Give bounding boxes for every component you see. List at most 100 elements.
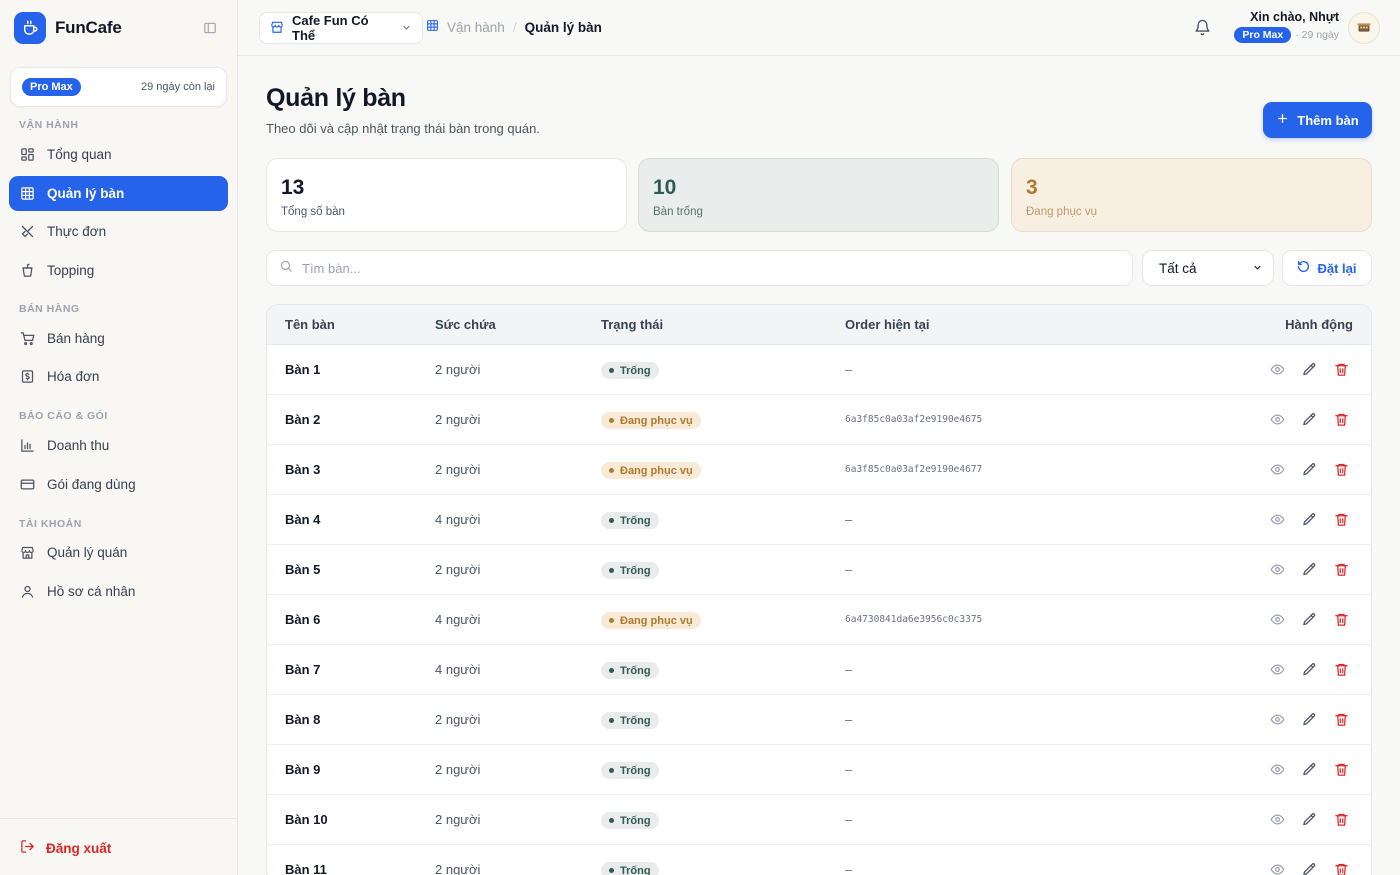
table-row[interactable]: Bàn 8 2 người Trống – [267, 695, 1371, 745]
edit-icon[interactable] [1301, 361, 1317, 377]
status-label: Trống [620, 814, 651, 827]
logout-label: Đăng xuất [46, 840, 112, 856]
sidebar-item-subscription[interactable]: Gói đang dùng [9, 467, 228, 502]
row-name: Bàn 11 [285, 862, 327, 875]
table-row[interactable]: Bàn 5 2 người Trống – [267, 545, 1371, 595]
trash-icon[interactable] [1333, 561, 1349, 577]
edit-icon[interactable] [1301, 811, 1317, 827]
status-badge: Trống [601, 762, 659, 779]
tables-table: Tên bàn Sức chứa Trạng thái Order hiện t… [266, 304, 1372, 875]
trash-icon[interactable] [1333, 611, 1349, 627]
sidebar-item-revenue[interactable]: Doanh thu [9, 428, 228, 463]
sidebar-item-invoices[interactable]: Hóa đơn [9, 359, 228, 394]
avatar[interactable] [1348, 12, 1380, 44]
header-status[interactable]: Trạng thái [601, 317, 663, 332]
edit-icon[interactable] [1301, 611, 1317, 627]
reset-button[interactable]: Đặt lại [1282, 250, 1372, 286]
eye-icon[interactable] [1269, 761, 1285, 777]
trash-icon[interactable] [1333, 461, 1349, 477]
sidebar-item-menu[interactable]: Thực đơn [9, 214, 228, 249]
table-row[interactable]: Bàn 11 2 người Trống – [267, 845, 1371, 875]
sidebar-item-overview[interactable]: Tổng quan [9, 137, 228, 172]
sidebar-item-tables[interactable]: Quản lý bàn [9, 176, 228, 211]
eye-icon[interactable] [1269, 461, 1285, 477]
eye-icon[interactable] [1269, 611, 1285, 627]
row-actions [1269, 411, 1349, 427]
header-name[interactable]: Tên bàn [285, 317, 335, 332]
trash-icon[interactable] [1333, 661, 1349, 677]
row-order: – [845, 762, 853, 777]
sidebar-item-topping[interactable]: Topping [9, 253, 228, 288]
header-capacity[interactable]: Sức chứa [435, 317, 496, 332]
table-row[interactable]: Bàn 10 2 người Trống – [267, 795, 1371, 845]
sidebar-item-label: Quản lý quán [47, 545, 128, 560]
add-table-button[interactable]: Thêm bàn [1263, 102, 1372, 138]
sidebar-item-label: Thực đơn [47, 224, 107, 239]
breadcrumb-parent[interactable]: Vận hành [447, 20, 505, 35]
trash-icon[interactable] [1333, 761, 1349, 777]
eye-icon[interactable] [1269, 411, 1285, 427]
stat-label: Đang phục vụ [1026, 206, 1097, 218]
status-dot-icon [609, 818, 614, 823]
breadcrumb: Vận hành / Quản lý bàn [426, 19, 602, 35]
user-info[interactable]: Xin chào, Nhựt Pro Max · 29 ngày [1234, 10, 1339, 43]
edit-icon[interactable] [1301, 711, 1317, 727]
table-row[interactable]: Bàn 9 2 người Trống – [267, 745, 1371, 795]
table-row[interactable]: Bàn 2 2 người Đang phục vụ 6a3f85c0a03af2e9… [267, 395, 1371, 445]
nav-section-sales: BÁN HÀNG [19, 303, 80, 315]
edit-icon[interactable] [1301, 761, 1317, 777]
edit-icon[interactable] [1301, 511, 1317, 527]
trash-icon[interactable] [1333, 811, 1349, 827]
edit-icon[interactable] [1301, 861, 1317, 875]
brand[interactable]: FunCafe [14, 12, 122, 44]
sidebar-item-store[interactable]: Quản lý quán [9, 535, 228, 570]
eye-icon[interactable] [1269, 711, 1285, 727]
edit-icon[interactable] [1301, 561, 1317, 577]
trash-icon[interactable] [1333, 411, 1349, 427]
sidebar-item-profile[interactable]: Hồ sơ cá nhân [9, 574, 228, 609]
row-status: Trống [601, 561, 659, 579]
eye-icon[interactable] [1269, 511, 1285, 527]
row-actions [1269, 861, 1349, 875]
bell-icon[interactable] [1194, 19, 1212, 37]
sidebar-toggle-icon[interactable] [202, 20, 218, 36]
grid-icon [20, 186, 35, 201]
status-filter-select[interactable]: Tất cả [1142, 250, 1274, 286]
eye-icon[interactable] [1269, 661, 1285, 677]
edit-icon[interactable] [1301, 411, 1317, 427]
eye-icon[interactable] [1269, 361, 1285, 377]
header-order[interactable]: Order hiện tại [845, 317, 930, 332]
sidebar-item-pos[interactable]: Bán hàng [9, 321, 228, 356]
table-row[interactable]: Bàn 6 4 người Đang phục vụ 6a4730841da6e395… [267, 595, 1371, 645]
coffee-cup-icon [14, 12, 46, 44]
status-label: Đang phục vụ [620, 464, 693, 477]
table-row[interactable]: Bàn 4 4 người Trống – [267, 495, 1371, 545]
status-badge: Đang phục vụ [601, 462, 701, 479]
logout-button[interactable]: Đăng xuất [20, 839, 111, 857]
row-actions [1269, 461, 1349, 477]
trash-icon[interactable] [1333, 861, 1349, 875]
table-row[interactable]: Bàn 3 2 người Đang phục vụ 6a3f85c0a03af2e9… [267, 445, 1371, 495]
stat-label: Tổng số bàn [281, 206, 345, 218]
trash-icon[interactable] [1333, 511, 1349, 527]
search-input[interactable] [302, 260, 1102, 276]
edit-icon[interactable] [1301, 661, 1317, 677]
status-dot-icon [609, 718, 614, 723]
table-row[interactable]: Bàn 7 4 người Trống – [267, 645, 1371, 695]
row-order: – [845, 562, 853, 577]
eye-icon[interactable] [1269, 811, 1285, 827]
trash-icon[interactable] [1333, 361, 1349, 377]
row-status: Trống [601, 761, 659, 779]
stat-value: 10 [653, 176, 677, 199]
table-row[interactable]: Bàn 1 2 người Trống – [267, 345, 1371, 395]
trash-icon[interactable] [1333, 711, 1349, 727]
eye-icon[interactable] [1269, 561, 1285, 577]
store-selector[interactable]: Cafe Fun Có Thể [259, 12, 423, 44]
edit-icon[interactable] [1301, 461, 1317, 477]
stat-card-free: 10 Bàn trống [638, 158, 999, 232]
row-order: 6a3f85c0a03af2e9190e4675 [845, 414, 983, 425]
row-actions [1269, 611, 1349, 627]
eye-icon[interactable] [1269, 861, 1285, 875]
row-capacity: 2 người [435, 812, 481, 827]
plan-card[interactable]: Pro Max 29 ngày còn lại [10, 67, 227, 107]
